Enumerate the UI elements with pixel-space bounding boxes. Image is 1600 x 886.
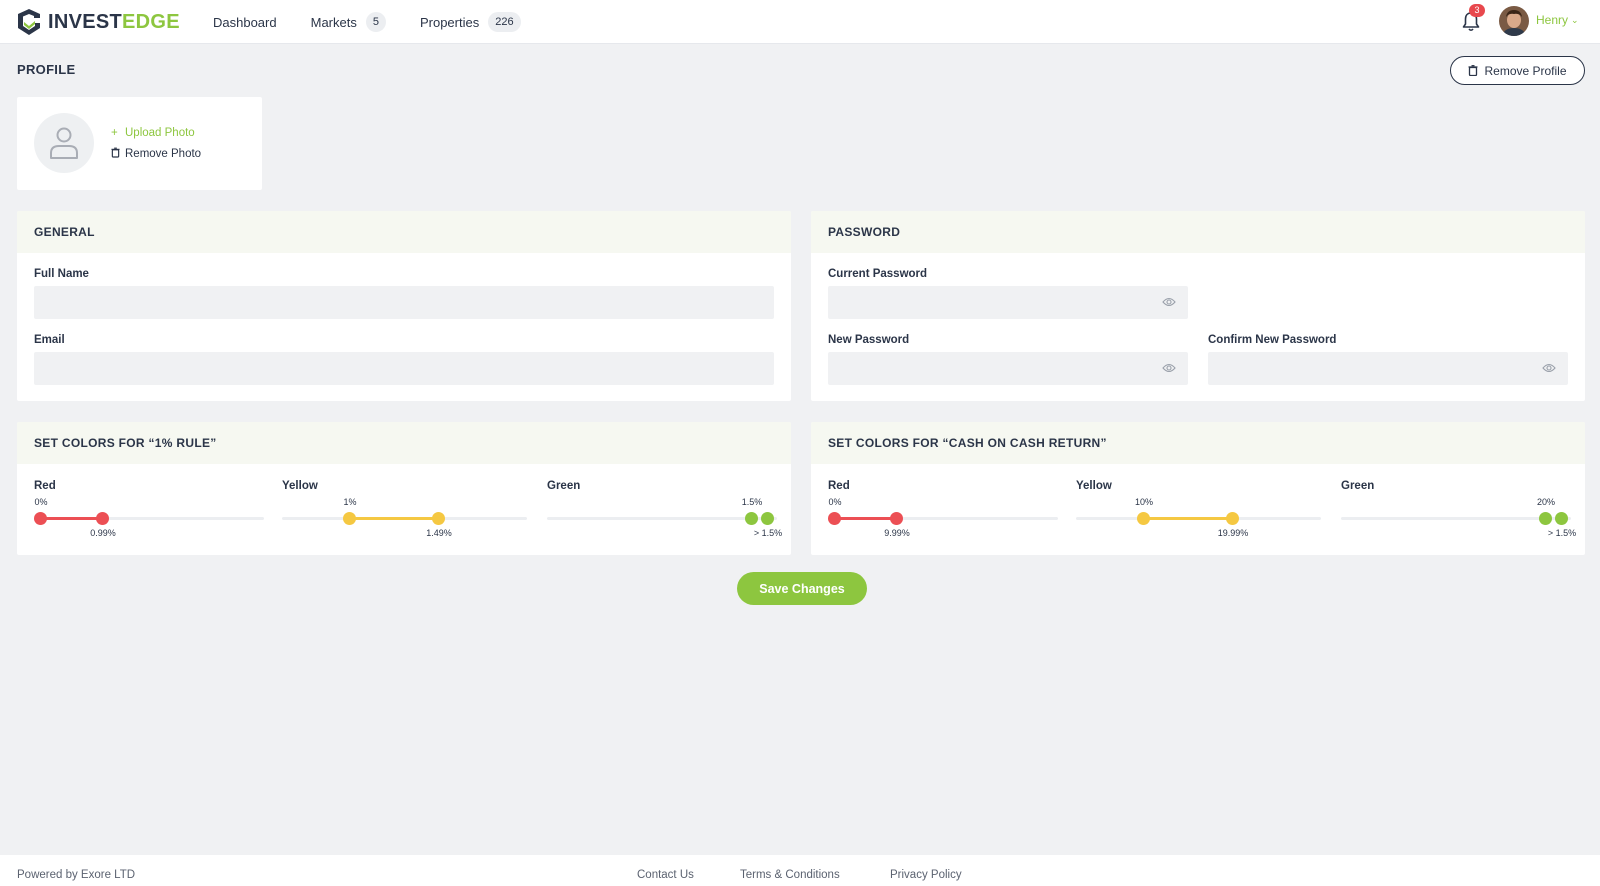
- rule-green-max: > 1.5%: [753, 528, 783, 538]
- coc-red-max: 9.99%: [884, 528, 910, 538]
- confirm-password-input[interactable]: [1208, 352, 1568, 385]
- nav-properties[interactable]: Properties 226: [420, 12, 521, 32]
- rule-green-min-handle[interactable]: [745, 512, 758, 525]
- rule-yellow-min: 1%: [343, 497, 357, 507]
- rule-red-max: 0.99%: [90, 528, 116, 538]
- markets-count-badge: 5: [365, 12, 386, 32]
- coc-green-min: 20%: [1536, 497, 1556, 507]
- remove-profile-button[interactable]: Remove Profile: [1450, 56, 1585, 85]
- user-menu[interactable]: Henry ⌄: [1536, 13, 1579, 27]
- chevron-down-icon: ⌄: [1571, 14, 1579, 25]
- coc-red-label: Red: [828, 480, 850, 492]
- remove-photo-button[interactable]: Remove Photo: [111, 147, 201, 161]
- coc-yellow-min: 10%: [1134, 497, 1154, 507]
- main-nav: Dashboard Markets 5 Properties 226: [213, 0, 555, 44]
- rule-red-label: Red: [34, 480, 56, 492]
- coc-green-max-handle[interactable]: [1555, 512, 1568, 525]
- coc-red-fill: [835, 517, 897, 520]
- coc-colors-card: SET COLORS FOR “CASH ON CASH RETURN” Red…: [811, 422, 1585, 555]
- terms-link[interactable]: Terms & Conditions: [740, 869, 840, 881]
- nav-markets-label: Markets: [310, 14, 357, 30]
- current-password-label: Current Password: [828, 268, 928, 280]
- email-label: Email: [34, 334, 65, 346]
- coc-colors-title: SET COLORS FOR “CASH ON CASH RETURN”: [811, 422, 1585, 464]
- nav-properties-label: Properties: [419, 14, 480, 30]
- coc-red-max-handle[interactable]: [890, 512, 903, 525]
- rule-green-label: Green: [547, 480, 581, 492]
- photo-card: + Upload Photo Remove Photo: [17, 97, 262, 190]
- top-header: INVESTEDGE Dashboard Markets 5 Propertie…: [0, 0, 1600, 44]
- eye-icon[interactable]: [1542, 362, 1556, 374]
- powered-by-text: Powered by Exore LTD: [17, 869, 136, 881]
- contact-us-link[interactable]: Contact Us: [637, 869, 694, 881]
- properties-count-badge: 226: [488, 12, 521, 32]
- rule-red-min-handle[interactable]: [34, 512, 47, 525]
- password-card: PASSWORD Current Password New Password C…: [811, 211, 1585, 401]
- coc-green-min-handle[interactable]: [1539, 512, 1552, 525]
- email-input[interactable]: [34, 352, 774, 385]
- rule-red-max-handle[interactable]: [96, 512, 109, 525]
- upload-photo-label: Upload Photo: [125, 127, 195, 139]
- user-placeholder-icon: [50, 127, 78, 159]
- nav-markets[interactable]: Markets 5: [311, 12, 386, 32]
- current-password-input[interactable]: [828, 286, 1188, 319]
- coc-red-min-handle[interactable]: [828, 512, 841, 525]
- confirm-password-label: Confirm New Password: [1208, 334, 1337, 346]
- plus-icon: +: [111, 127, 118, 139]
- rule-green-max-handle[interactable]: [761, 512, 774, 525]
- remove-photo-label: Remove Photo: [125, 148, 202, 160]
- password-title: PASSWORD: [811, 211, 1585, 253]
- new-password-input[interactable]: [828, 352, 1188, 385]
- coc-green-max: > 1.5%: [1547, 528, 1577, 538]
- privacy-policy-link[interactable]: Privacy Policy: [890, 869, 962, 881]
- notification-count-badge: 3: [1469, 4, 1485, 17]
- avatar-photo: [1499, 6, 1529, 36]
- coc-yellow-max: 19.99%: [1217, 528, 1249, 538]
- remove-profile-label: Remove Profile: [1484, 63, 1567, 78]
- profile-photo-placeholder: [34, 113, 94, 173]
- general-card: GENERAL Full Name Email: [17, 211, 791, 401]
- full-name-input[interactable]: [34, 286, 774, 319]
- new-password-label: New Password: [828, 334, 910, 346]
- coc-yellow-min-handle[interactable]: [1137, 512, 1150, 525]
- logo-shield-icon: [18, 9, 40, 35]
- coc-yellow-fill: [1144, 517, 1233, 520]
- user-name: Henry: [1536, 13, 1569, 27]
- coc-green-track: [1341, 517, 1571, 520]
- brand-logo[interactable]: INVESTEDGE: [16, 8, 180, 36]
- eye-icon[interactable]: [1162, 296, 1176, 308]
- save-changes-button[interactable]: Save Changes: [737, 572, 867, 605]
- page-title: PROFILE: [17, 62, 76, 77]
- rule-colors-title: SET COLORS FOR “1% RULE”: [17, 422, 791, 464]
- rule-yellow-label: Yellow: [282, 480, 318, 492]
- rule-red-fill: [41, 517, 103, 520]
- full-name-label: Full Name: [34, 268, 89, 280]
- upload-photo-button[interactable]: + Upload Photo: [111, 127, 195, 139]
- rule-colors-card: SET COLORS FOR “1% RULE” Red 0% 0.99% Ye…: [17, 422, 791, 555]
- rule-yellow-min-handle[interactable]: [343, 512, 356, 525]
- rule-yellow-fill: [350, 517, 439, 520]
- rule-yellow-max: 1.49%: [426, 528, 452, 538]
- general-title: GENERAL: [17, 211, 791, 253]
- user-avatar[interactable]: [1499, 6, 1529, 36]
- trash-icon: [111, 147, 125, 161]
- coc-green-label: Green: [1341, 480, 1375, 492]
- eye-icon[interactable]: [1162, 362, 1176, 374]
- rule-yellow-max-handle[interactable]: [432, 512, 445, 525]
- nav-dashboard[interactable]: Dashboard: [213, 15, 277, 30]
- nav-dashboard-label: Dashboard: [213, 14, 277, 30]
- coc-red-min: 0%: [828, 497, 842, 507]
- brand-name: INVESTEDGE: [48, 10, 180, 33]
- trash-icon: [1468, 65, 1478, 76]
- rule-green-track: [547, 517, 777, 520]
- coc-yellow-label: Yellow: [1076, 480, 1112, 492]
- rule-green-min: 1.5%: [741, 497, 763, 507]
- rule-red-min: 0%: [34, 497, 48, 507]
- footer: Powered by Exore LTD Contact Us Terms & …: [0, 855, 1600, 886]
- coc-yellow-max-handle[interactable]: [1226, 512, 1239, 525]
